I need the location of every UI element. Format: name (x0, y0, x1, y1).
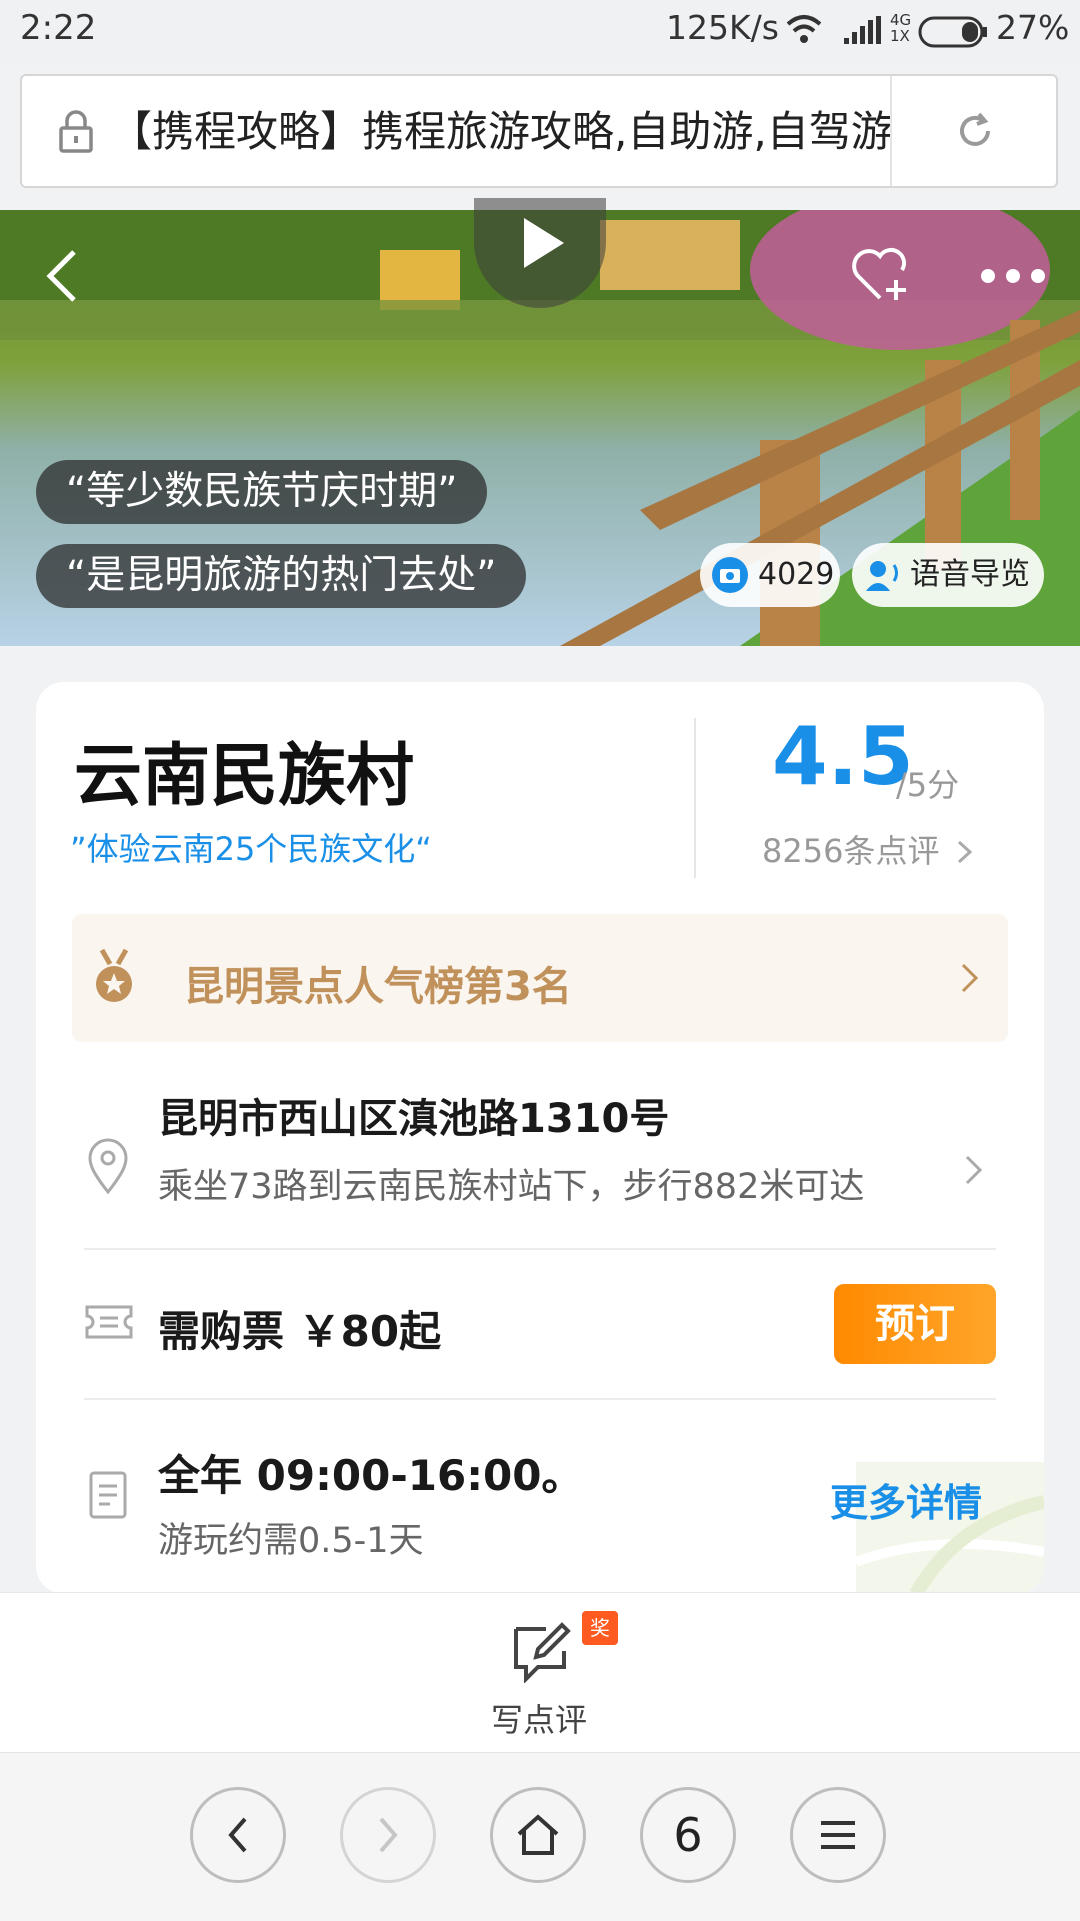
location-pin-icon (88, 1138, 128, 1194)
nav-back-button[interactable] (190, 1787, 286, 1883)
audio-guide-button[interactable]: 语音导览 (852, 543, 1044, 607)
home-icon (517, 1814, 559, 1855)
address-text: 昆明市西山区滇池路1310号 (158, 1096, 670, 1142)
rating-score: 4.5 (772, 710, 914, 803)
ranking-banner[interactable]: 昆明景点人气榜第3名 (72, 914, 1008, 1042)
favorite-add-icon[interactable] (850, 244, 914, 304)
back-arrow-icon[interactable] (44, 248, 80, 304)
nav-forward-button[interactable] (340, 1787, 436, 1883)
chevron-right-icon (965, 1155, 983, 1185)
signal-icon (844, 16, 881, 44)
chevron-right-icon (961, 963, 979, 993)
hero-quote-1: “等少数民族节庆时期” (36, 460, 488, 524)
nav-home-button[interactable] (490, 1787, 586, 1883)
network-type: 4G 1X (890, 11, 912, 45)
attraction-name: 云南民族村 (74, 737, 415, 816)
audio-guide-icon (866, 561, 898, 591)
reward-badge: 奖 (582, 1611, 618, 1645)
hamburger-menu-icon (821, 1821, 855, 1849)
nav-menu-button[interactable] (790, 1787, 886, 1883)
write-review-bar: 奖 写点评 (0, 1592, 1080, 1753)
visit-duration: 游玩约需0.5-1天 (158, 1521, 424, 1561)
more-details-link[interactable]: 更多详情 (830, 1472, 982, 1527)
play-video-button[interactable] (474, 198, 606, 308)
url-divider (890, 76, 892, 186)
reload-icon[interactable] (952, 108, 998, 154)
url-text[interactable]: 【携程攻略】携程旅游攻略,自助游,自驾游 (110, 100, 890, 164)
chevron-left-icon (228, 1817, 247, 1853)
status-bar: 2:22 125K/s 4G 1X 27% (0, 0, 1080, 64)
write-review-label: 写点评 (491, 1701, 588, 1739)
tab-count: 6 (673, 1808, 703, 1862)
address-bar[interactable]: 【携程攻略】携程旅游攻略,自助游,自驾游 (20, 74, 1058, 188)
transit-directions: 乘坐73路到云南民族村站下，步行882米可达 (158, 1167, 865, 1207)
play-icon (524, 218, 564, 268)
photo-count: 4029 (758, 557, 835, 592)
ranking-text: 昆明景点人气榜第3名 (184, 964, 572, 1010)
audio-guide-label: 语音导览 (910, 557, 1030, 592)
ticket-icon (85, 1305, 133, 1339)
review-count: 8256条点评 (762, 832, 940, 870)
hero-quote-2: “是昆明旅游的热门去处” (36, 544, 527, 608)
divider (84, 1248, 996, 1250)
browser-nav-bar: 6 (0, 1752, 1080, 1921)
review-count-link[interactable]: 8256条点评 (762, 826, 974, 872)
divider (84, 1398, 996, 1400)
chevron-right-icon (957, 840, 972, 864)
photo-count-button[interactable]: 4029 (700, 543, 840, 607)
medal-icon (96, 948, 132, 1002)
lock-icon (59, 110, 93, 153)
attraction-info-card: 云南民族村 ”体验云南25个民族文化“ 4.5 /5分 8256条点评 昆明景点… (36, 682, 1044, 1594)
more-options-icon[interactable] (978, 266, 1048, 286)
attraction-tagline: ”体验云南25个民族文化“ (70, 830, 432, 868)
opening-hours: 全年 09:00-16:00。 (158, 1451, 584, 1500)
battery-icon (918, 16, 987, 48)
chevron-right-icon (379, 1817, 398, 1853)
rating-max: /5分 (896, 766, 960, 804)
wifi-icon (786, 15, 822, 43)
camera-icon (712, 557, 748, 593)
book-button[interactable]: 预订 (834, 1284, 996, 1364)
nav-tabs-button[interactable]: 6 (640, 1787, 736, 1883)
battery-percent: 27% (996, 8, 1070, 47)
network-speed: 125K/s (666, 8, 779, 47)
title-divider (694, 718, 696, 878)
status-time: 2:22 (20, 8, 97, 48)
edit-review-icon (514, 1622, 571, 1683)
document-icon (89, 1471, 127, 1519)
ticket-price: 需购票 ￥80起 (158, 1307, 442, 1356)
